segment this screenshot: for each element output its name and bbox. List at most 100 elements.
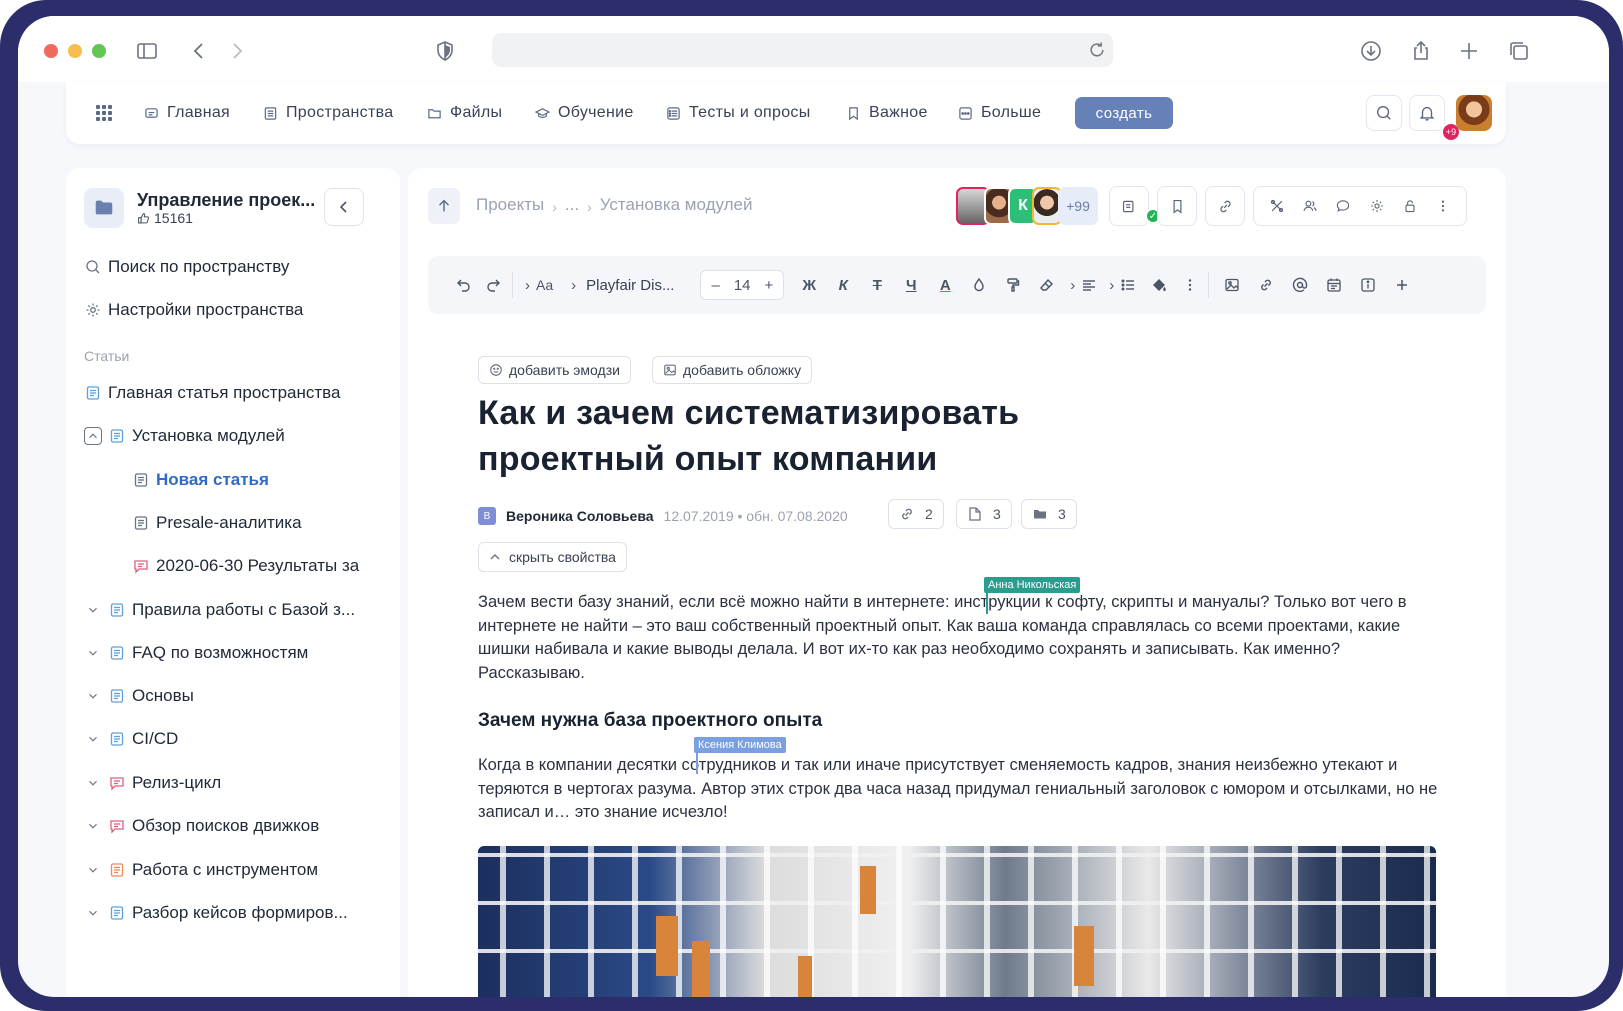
close-window-button[interactable]: [44, 44, 58, 58]
undo-icon[interactable]: [452, 272, 474, 298]
user-avatar[interactable]: [1456, 95, 1492, 131]
chevron-down-icon[interactable]: [84, 817, 102, 835]
copy-link-button[interactable]: [1205, 186, 1245, 226]
bold-button[interactable]: Ж: [798, 272, 820, 298]
maximize-window-button[interactable]: [92, 44, 106, 58]
files-count-chip[interactable]: 3: [956, 499, 1012, 529]
space-title[interactable]: Управление проек...: [137, 190, 315, 211]
chevron-down-icon[interactable]: [84, 601, 102, 619]
italic-button[interactable]: К: [832, 272, 854, 298]
insert-link-icon[interactable]: [1255, 272, 1277, 298]
insert-image-icon[interactable]: [1221, 272, 1243, 298]
sidebar-item-cases[interactable]: Разбор кейсов формиров...: [84, 901, 348, 925]
nav-item-learning[interactable]: Обучение: [535, 102, 634, 124]
reload-icon[interactable]: [1087, 40, 1107, 60]
sidebar-item-presale[interactable]: Presale-аналитика: [132, 511, 302, 535]
nav-item-files[interactable]: Файлы: [427, 102, 502, 124]
tabs-overview-icon[interactable]: [1506, 38, 1532, 64]
sidebar-item-results[interactable]: 2020-06-30 Результаты за: [132, 554, 359, 578]
tools-icon[interactable]: [1265, 194, 1289, 218]
add-cover-button[interactable]: добавить обложку: [652, 356, 813, 384]
plus-icon[interactable]: [1391, 272, 1413, 298]
hide-properties-button[interactable]: скрыть свойства: [478, 542, 627, 572]
more-vertical-icon[interactable]: [1431, 194, 1455, 218]
nav-item-spaces[interactable]: Пространства: [263, 102, 393, 124]
gear-icon[interactable]: [1365, 194, 1389, 218]
strikethrough-button[interactable]: Т: [866, 272, 888, 298]
chevron-down-icon[interactable]: [84, 644, 102, 662]
users-icon[interactable]: [1298, 194, 1322, 218]
chevron-down-icon[interactable]: [84, 687, 102, 705]
forward-icon[interactable]: [224, 38, 250, 64]
approval-button[interactable]: [1109, 186, 1149, 226]
participants-avatars[interactable]: К +99: [956, 186, 1098, 226]
sidebar-item-faq[interactable]: FAQ по возможностям: [84, 641, 308, 665]
address-bar[interactable]: [492, 33, 1113, 67]
underline-button[interactable]: Ч: [900, 272, 922, 298]
fill-color-icon[interactable]: [1148, 272, 1170, 298]
download-icon[interactable]: [1358, 38, 1384, 64]
sidebar-item-main-article[interactable]: Главная статья пространства: [84, 381, 340, 405]
participants-more[interactable]: +99: [1058, 187, 1098, 225]
font-size-value[interactable]: 14: [734, 277, 751, 294]
back-icon[interactable]: [186, 38, 212, 64]
sidebar-settings[interactable]: Настройки пространства: [84, 298, 303, 322]
comments-icon[interactable]: [1331, 194, 1355, 218]
shield-icon[interactable]: [432, 38, 458, 64]
text-color-button[interactable]: A: [934, 272, 956, 298]
folders-count-chip[interactable]: 3: [1021, 499, 1077, 529]
global-search-button[interactable]: [1366, 95, 1402, 131]
info-icon[interactable]: [1357, 272, 1379, 298]
breadcrumb-item[interactable]: Установка модулей: [600, 195, 753, 215]
links-count-chip[interactable]: 2: [888, 499, 944, 529]
eraser-icon[interactable]: [1036, 272, 1058, 298]
sidebar-item-release-cycle[interactable]: Релиз-цикл: [84, 771, 221, 795]
calendar-icon[interactable]: [1323, 272, 1345, 298]
chevron-up-icon[interactable]: [84, 427, 102, 445]
breadcrumb-item[interactable]: ...: [565, 195, 579, 215]
mention-icon[interactable]: [1289, 272, 1311, 298]
minimize-window-button[interactable]: [68, 44, 82, 58]
sidebar-search[interactable]: Поиск по пространству: [84, 255, 289, 279]
font-size-decrease[interactable]: –: [711, 277, 719, 294]
article-subheading[interactable]: Зачем нужна база проектного опыта: [478, 710, 822, 732]
article-title[interactable]: Как и зачем систематизировать проектный …: [478, 390, 1178, 482]
go-up-button[interactable]: [428, 188, 460, 224]
font-size-increase[interactable]: +: [765, 277, 774, 294]
nav-item-tests[interactable]: Тесты и опросы: [666, 102, 811, 124]
list-dropdown[interactable]: ›: [1109, 272, 1136, 298]
highlight-icon[interactable]: [968, 272, 990, 298]
more-vertical-icon[interactable]: [1182, 272, 1210, 298]
new-tab-icon[interactable]: [1456, 38, 1482, 64]
share-icon[interactable]: [1408, 38, 1434, 64]
add-emoji-button[interactable]: добавить эмодзи: [478, 356, 631, 384]
sidebar-item-cicd[interactable]: CI/CD: [84, 727, 178, 751]
sidebar-item-new-article[interactable]: Новая статья: [132, 468, 269, 492]
chevron-down-icon[interactable]: [84, 730, 102, 748]
font-family-dropdown[interactable]: › Playfair Dis...: [571, 272, 688, 298]
article-paragraph[interactable]: Зачем вести базу знаний, если всё можно …: [478, 591, 1438, 685]
chevron-down-icon[interactable]: [84, 861, 102, 879]
sidebar-item-kb-rules[interactable]: Правила работы с Базой з...: [84, 598, 355, 622]
nav-item-important[interactable]: Важное: [846, 102, 928, 124]
format-painter-icon[interactable]: [1002, 272, 1024, 298]
collapse-sidebar-button[interactable]: [324, 188, 364, 226]
apps-grid-icon[interactable]: [96, 105, 112, 121]
nav-item-home[interactable]: Главная: [144, 102, 230, 124]
chevron-down-icon[interactable]: [84, 774, 102, 792]
article-paragraph[interactable]: Когда в компании десятки сотрудников и т…: [478, 754, 1438, 825]
nav-item-more[interactable]: Больше: [958, 102, 1041, 124]
author-name[interactable]: Вероника Соловьева: [506, 508, 654, 524]
notifications-button[interactable]: [1409, 95, 1445, 131]
sidebar-item-tools[interactable]: Работа с инструментом: [84, 858, 318, 882]
sidebar-item-basics[interactable]: Основы: [84, 684, 194, 708]
redo-icon[interactable]: [486, 272, 513, 298]
sidebar-item-search-engines[interactable]: Обзор поисков движков: [84, 814, 319, 838]
align-dropdown[interactable]: ›: [1070, 272, 1097, 298]
breadcrumb-item[interactable]: Проекты: [476, 195, 544, 215]
lock-icon[interactable]: [1398, 194, 1422, 218]
sidebar-toggle-icon[interactable]: [134, 38, 160, 64]
chevron-down-icon[interactable]: [84, 904, 102, 922]
create-button[interactable]: создать: [1075, 97, 1173, 129]
bookmark-button[interactable]: [1157, 186, 1197, 226]
